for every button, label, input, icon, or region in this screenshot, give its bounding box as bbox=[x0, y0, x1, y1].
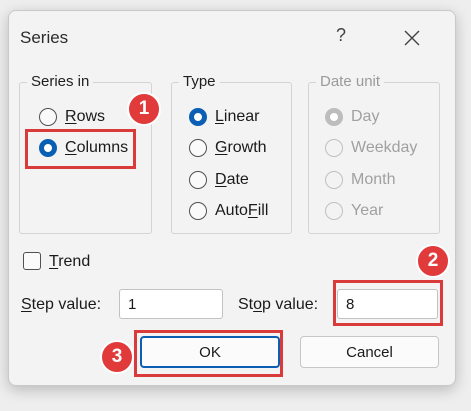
month-radio[interactable]: Month bbox=[325, 169, 395, 191]
date-radio[interactable]: Date bbox=[189, 169, 249, 191]
dialog-title: Series bbox=[20, 28, 69, 47]
weekday-radio-button[interactable] bbox=[325, 139, 343, 157]
step-value-label: Step value: bbox=[21, 296, 102, 313]
year-radio-button[interactable] bbox=[325, 202, 343, 220]
help-icon[interactable]: ? bbox=[336, 25, 346, 46]
step-value-input[interactable]: 1 bbox=[119, 289, 223, 319]
step-badge-2: 2 bbox=[416, 244, 450, 278]
date-radio-button[interactable] bbox=[189, 171, 207, 189]
growth-radio[interactable]: Growth bbox=[189, 137, 267, 159]
trend-label: Trend bbox=[49, 253, 91, 270]
rows-radio[interactable]: Rows bbox=[39, 106, 105, 128]
stop-value-highlight bbox=[333, 280, 443, 326]
linear-label: Linear bbox=[215, 108, 260, 125]
linear-radio-button[interactable] bbox=[189, 108, 207, 126]
day-radio[interactable]: Day bbox=[325, 106, 379, 128]
step-badge-3: 3 bbox=[100, 340, 134, 374]
date-unit-label: Date unit bbox=[316, 73, 385, 90]
step-badge-1: 1 bbox=[127, 92, 161, 126]
date-label: Date bbox=[215, 171, 249, 188]
series-in-label: Series in bbox=[27, 73, 94, 90]
ok-highlight bbox=[134, 330, 283, 377]
day-label: Day bbox=[351, 108, 380, 125]
growth-radio-button[interactable] bbox=[189, 139, 207, 157]
autofill-radio[interactable]: AutoFill bbox=[189, 200, 268, 222]
growth-label: Growth bbox=[215, 139, 267, 156]
linear-radio[interactable]: Linear bbox=[189, 106, 259, 128]
day-radio-button[interactable] bbox=[325, 108, 343, 126]
rows-label: Rows bbox=[65, 108, 106, 125]
rows-radio-button[interactable] bbox=[39, 108, 57, 126]
stop-value-label: Stop value: bbox=[238, 296, 319, 313]
weekday-radio[interactable]: Weekday bbox=[325, 137, 417, 159]
weekday-label: Weekday bbox=[351, 139, 418, 156]
year-radio[interactable]: Year bbox=[325, 200, 383, 222]
type-label: Type bbox=[179, 73, 220, 90]
autofill-label: AutoFill bbox=[215, 202, 269, 219]
title-bar: Series ? bbox=[9, 11, 455, 61]
columns-highlight bbox=[25, 129, 136, 169]
month-radio-button[interactable] bbox=[325, 171, 343, 189]
month-label: Month bbox=[351, 171, 396, 188]
cancel-button[interactable]: Cancel bbox=[300, 336, 439, 368]
close-icon[interactable] bbox=[399, 28, 425, 48]
year-label: Year bbox=[351, 202, 384, 219]
autofill-radio-button[interactable] bbox=[189, 202, 207, 220]
trend-checkbox[interactable] bbox=[23, 252, 41, 270]
